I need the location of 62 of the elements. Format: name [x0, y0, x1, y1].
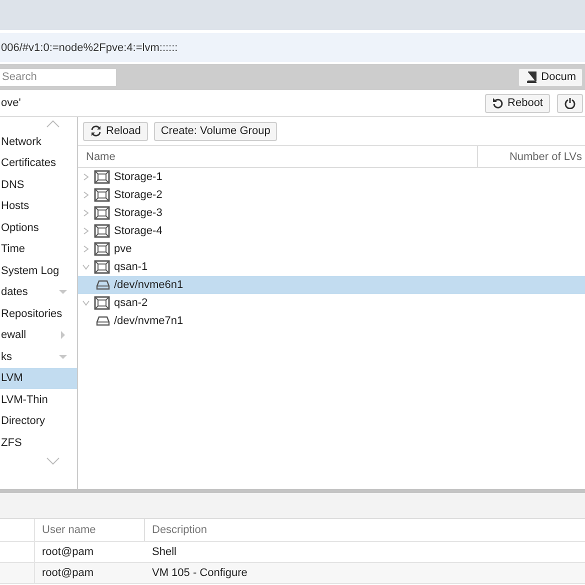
power-icon	[564, 97, 576, 109]
sidebar-item[interactable]: Directory	[0, 410, 77, 432]
volume-group-icon	[94, 242, 110, 256]
table-cell-text: root@pam	[41, 566, 95, 581]
chevron-right-icon	[82, 227, 90, 235]
tree-row[interactable]: Storage-2	[78, 186, 585, 204]
scroll-up-icon	[46, 120, 60, 128]
reload-icon	[90, 125, 102, 137]
chevron-down-icon	[82, 299, 90, 307]
column-header[interactable]: Number of LVs	[478, 146, 585, 167]
tree-row[interactable]: qsan-2	[78, 294, 585, 312]
table-cell-text: VM 105 - Configure	[151, 566, 248, 581]
sidebar-item[interactable]: ZFS	[0, 432, 77, 454]
column-header[interactable]: Name	[78, 146, 478, 167]
chevron-right-icon	[82, 245, 90, 253]
sidebar-item[interactable]: Certificates	[0, 152, 77, 174]
sidebar-item[interactable]: ks	[0, 346, 77, 368]
reboot-button[interactable]: Reboot	[484, 94, 550, 112]
volume-group-icon	[94, 260, 110, 274]
sidebar-item[interactable]: dates	[0, 282, 77, 303]
reboot-icon	[492, 97, 504, 109]
reload-button[interactable]: Reload	[83, 122, 148, 140]
volume-group-icon	[94, 296, 110, 310]
tree-row[interactable]: /dev/nvme6n1	[78, 276, 585, 294]
search-field[interactable]: Search	[0, 68, 116, 86]
create-button[interactable]: Create: Volume Group	[154, 122, 278, 140]
volume-group-icon	[94, 170, 110, 184]
tree-row[interactable]: Storage-4	[78, 222, 585, 240]
caret-down-icon	[59, 352, 67, 361]
caret-right-icon	[59, 331, 67, 340]
tree-row[interactable]: Storage-3	[78, 204, 585, 222]
volume-group-icon	[94, 206, 110, 220]
tree-row[interactable]: qsan-1	[78, 258, 585, 276]
column-header[interactable]: Description	[145, 519, 585, 541]
sidebar-item[interactable]: Options	[0, 217, 77, 238]
tree-row[interactable]: pve	[78, 240, 585, 258]
sidebar-item[interactable]: LVM	[0, 368, 77, 389]
sidebar-item[interactable]: Hosts	[0, 196, 77, 217]
scroll-down-icon	[46, 456, 60, 464]
sidebar-item[interactable]: DNS	[0, 174, 77, 196]
chevron-right-icon	[82, 209, 90, 217]
sidebar-item[interactable]: ewall	[0, 324, 77, 346]
chevron-down-icon	[82, 263, 90, 271]
sidebar-item[interactable]: Network	[0, 131, 77, 152]
caret-down-icon	[59, 288, 67, 296]
chevron-right-icon	[82, 173, 90, 181]
tree-row[interactable]: Storage-1	[78, 168, 585, 186]
volume-group-icon	[94, 188, 110, 202]
chevron-right-icon	[82, 191, 90, 199]
address-url[interactable]: 006/#v1:0:=node%2Fpve:4:=lvm::::::	[1, 42, 178, 54]
sidebar-item[interactable]: Repositories	[0, 303, 77, 324]
column-header[interactable]: User name	[35, 519, 145, 541]
sidebar-item[interactable]: Time	[0, 238, 77, 260]
sidebar-item[interactable]: LVM-Thin	[0, 389, 77, 410]
table-cell-text: Shell	[151, 545, 178, 560]
sidebar-item[interactable]: System Log	[0, 260, 77, 282]
node-title: ove'	[1, 97, 21, 109]
documentation-button[interactable]: Docum	[518, 68, 583, 86]
tree-row[interactable]: /dev/nvme7n1	[78, 312, 585, 330]
table-cell-text: root@pam	[41, 545, 95, 560]
power-button[interactable]	[557, 94, 583, 112]
volume-group-icon	[94, 224, 110, 238]
